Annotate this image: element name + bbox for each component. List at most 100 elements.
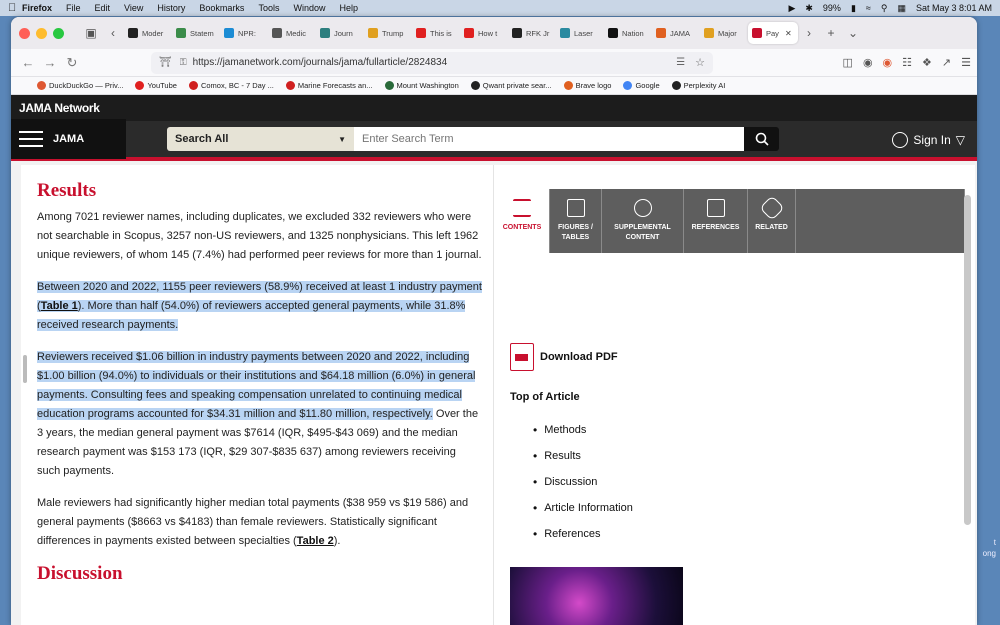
tab-related[interactable]: RELATED [748, 189, 796, 253]
tab-favicon-icon [368, 28, 378, 38]
tracking-shield-icon[interactable]: ⛩ [159, 57, 172, 68]
menu-bookmarks[interactable]: Bookmarks [199, 3, 244, 13]
menu-file[interactable]: File [66, 3, 81, 13]
browser-tab[interactable]: Nation [604, 22, 650, 44]
bookmark-item[interactable]: Comox, BC - 7 Day ... [188, 81, 274, 90]
extension-bars-icon[interactable]: ☷ [902, 56, 912, 69]
search-input[interactable] [354, 127, 744, 151]
tab-favicon-icon [560, 28, 570, 38]
browser-tab[interactable]: NPR: [220, 22, 266, 44]
browser-tab[interactable]: Statem [172, 22, 218, 44]
spotlight-icon[interactable]: ⚲ [881, 3, 888, 14]
table-2-link[interactable]: Table 2 [297, 535, 334, 547]
tab-references[interactable]: REFERENCES [684, 189, 748, 253]
tab-label: CONTENTS [502, 224, 542, 231]
search-scope-select[interactable]: Search All ▼ [167, 127, 354, 151]
tabs-scroll-left-icon[interactable]: ‹ [102, 26, 124, 40]
battery-icon[interactable]: ▮ [851, 3, 856, 14]
share-icon[interactable]: ↗ [942, 56, 951, 69]
apple-icon[interactable]:  [8, 2, 22, 14]
battery-percent[interactable]: 99% [823, 3, 841, 13]
browser-tab[interactable]: How t [460, 22, 506, 44]
bookmark-item[interactable]: Qwant private sear... [470, 81, 552, 90]
browser-tab[interactable]: RFK Jr [508, 22, 554, 44]
search-button[interactable] [744, 127, 779, 151]
browser-tab[interactable]: Medic [268, 22, 314, 44]
bookmark-item[interactable]: Brave logo [563, 81, 611, 90]
tab-list-chevron-down-icon[interactable]: ⌄ [842, 26, 864, 40]
table-1-link[interactable]: Table 1 [41, 300, 78, 312]
close-window-button[interactable] [19, 27, 30, 39]
lock-icon[interactable]: ⚿ [180, 57, 187, 68]
back-arrow-icon[interactable]: ← [17, 55, 39, 70]
url-text[interactable]: https://jamanetwork.com/journals/jama/fu… [193, 57, 448, 68]
page-scrollbar[interactable] [964, 195, 971, 525]
bookmarks-toolbar: DuckDuckGo — Priv... YouTube Comox, BC - 7… [11, 77, 977, 95]
menu-tools[interactable]: Tools [258, 3, 279, 13]
menu-help[interactable]: Help [339, 3, 358, 13]
bookmark-item[interactable]: Mount Washington [384, 81, 459, 90]
browser-tab[interactable]: Laser [556, 22, 602, 44]
browser-tab[interactable]: Pay ✕ [748, 22, 798, 44]
browser-tab[interactable]: Major [700, 22, 746, 44]
close-tab-icon[interactable]: ✕ [785, 29, 792, 38]
menu-edit[interactable]: Edit [95, 3, 111, 13]
browser-tab[interactable]: Moder [124, 22, 170, 44]
tab-contents[interactable]: CONTENTS [495, 189, 550, 253]
hamburger-menu-icon[interactable] [19, 126, 43, 152]
user-icon [892, 132, 909, 148]
quote-icon [706, 199, 725, 217]
tabs-scroll-right-icon[interactable]: › [798, 26, 820, 40]
top-of-article-link[interactable]: Top of Article [510, 391, 580, 403]
wifi-icon[interactable]: ≈ [866, 3, 871, 13]
bookmark-star-icon[interactable]: ☆ [695, 56, 705, 69]
bookmark-favicon-icon [37, 81, 46, 90]
new-tab-icon[interactable]: + [820, 26, 842, 40]
toc-item-discussion[interactable]: Discussion [533, 469, 633, 495]
extension-puzzle-icon[interactable]: ❖ [922, 56, 932, 69]
tab-supplemental-content[interactable]: SUPPLEMENTAL CONTENT [602, 189, 684, 253]
menu-history[interactable]: History [157, 3, 185, 13]
download-pdf-link[interactable]: Download PDF [510, 343, 618, 371]
browser-tab[interactable]: Trump [364, 22, 410, 44]
menu-view[interactable]: View [124, 3, 143, 13]
bookmark-item[interactable]: YouTube [135, 81, 177, 90]
browser-tab[interactable]: This is [412, 22, 458, 44]
menubar-clock[interactable]: Sat May 3 8:01 AM [916, 3, 992, 13]
jama-logo[interactable]: JAMA [53, 133, 84, 145]
tab-overview-icon[interactable]: ▣ [80, 26, 102, 40]
tab-figures-tables[interactable]: FIGURES / TABLES [550, 189, 602, 253]
search-icon [755, 132, 769, 146]
toc-item-references[interactable]: References [533, 521, 633, 547]
app-menu-icon[interactable]: ☰ [961, 56, 971, 69]
sidebar-icon[interactable]: ◫ [843, 56, 853, 69]
forward-arrow-icon[interactable]: → [39, 55, 61, 70]
play-icon[interactable]: ▶ [788, 3, 795, 14]
reader-view-icon[interactable]: ☰ [676, 57, 685, 68]
control-center-icon[interactable]: ▦ [897, 3, 906, 14]
minimize-window-button[interactable] [36, 27, 47, 39]
toc-item-article-information[interactable]: Article Information [533, 495, 633, 521]
tab-label: Pay [766, 28, 779, 38]
resize-handle[interactable] [23, 355, 27, 383]
address-bar[interactable]: ⛩ ⚿ https://jamanetwork.com/journals/jam… [151, 51, 713, 74]
duckduckgo-extension-icon[interactable]: ◉ [883, 56, 893, 69]
menu-window[interactable]: Window [293, 3, 325, 13]
jama-network-logo[interactable]: JAMA Network [19, 101, 100, 115]
advertisement-image[interactable] [510, 567, 683, 625]
bookmark-item[interactable]: Google [623, 81, 660, 90]
chevron-down-icon: ▽ [955, 133, 965, 147]
bookmark-item[interactable]: Perplexity AI [671, 81, 725, 90]
sign-in-button[interactable]: Sign In ▽ [892, 132, 965, 148]
bookmark-item[interactable]: DuckDuckGo — Priv... [37, 81, 123, 90]
browser-tab[interactable]: JAMA [652, 22, 698, 44]
toc-item-methods[interactable]: Methods [533, 417, 633, 443]
browser-tab[interactable]: Journ [316, 22, 362, 44]
bookmark-item[interactable]: Marine Forecasts an... [285, 81, 373, 90]
reload-icon[interactable]: ↻ [61, 55, 83, 71]
toc-item-results[interactable]: Results [533, 443, 633, 469]
menu-app-name[interactable]: Firefox [22, 3, 52, 13]
bluetooth-icon[interactable]: ✱ [805, 3, 813, 14]
account-icon[interactable]: ◉ [863, 56, 873, 69]
zoom-window-button[interactable] [53, 27, 64, 39]
